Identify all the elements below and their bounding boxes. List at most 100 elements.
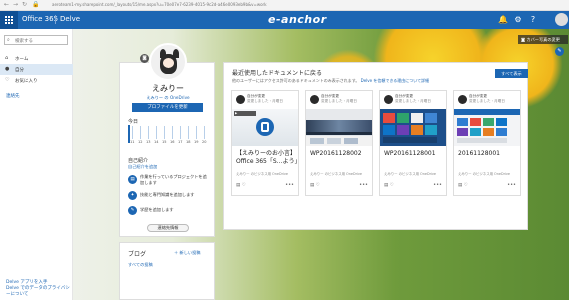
camera-icon[interactable]: ◙	[140, 54, 149, 63]
image-thumbnail	[380, 109, 446, 146]
card-title: WP20161128001	[384, 150, 436, 157]
update-profile-button[interactable]: プロファイルを更新	[132, 103, 203, 112]
more-icon[interactable]: •••	[359, 182, 368, 188]
onedrive-link[interactable]: えみりー の OneDrive	[120, 95, 216, 101]
document-card[interactable]: 自分が変更 変更しました・月曜日 ▶ 【えみりーのお小言】Office 365「…	[231, 90, 301, 196]
activity-timeline: 11 12 13 14 15 16 17 18 19 20	[128, 125, 208, 144]
change-cover-button[interactable]: ◙ カバー写真の変更	[518, 35, 568, 44]
timeline-day: 20	[202, 140, 207, 144]
card-modified: 変更しました・月曜日	[247, 99, 283, 103]
timeline-tick	[164, 126, 165, 139]
timeline-tick	[148, 126, 149, 139]
trust-delve-link[interactable]: Delve を信頼できる理由について詳細	[361, 78, 430, 83]
timeline-tick	[204, 126, 205, 139]
timeline-tick	[132, 126, 133, 139]
document-card[interactable]: 自分が変更 変更しました・月曜日 20161128001 えみりー のビジネス用…	[453, 90, 521, 196]
card-modified: 変更しました・月曜日	[469, 99, 505, 103]
blog-card: ブログ ＋ 新しい投稿 すべての投稿	[119, 242, 215, 300]
timeline-tick	[188, 126, 189, 139]
profile-card: ◙ えみりー えみりー の OneDrive プロファイルを更新 今日 11 12…	[119, 43, 216, 237]
heart-icon[interactable]: ♡	[242, 183, 246, 188]
sidebar-item-label: お気に入り	[15, 79, 38, 84]
recent-documents-panel: 最近使用したドキュメントに戻る 他のユーザーにはアクセス許可のあるドキュメントの…	[223, 62, 528, 230]
timeline-day: 13	[146, 140, 151, 144]
add-education-link[interactable]: 学歴を追加します	[140, 207, 210, 213]
sidebar-item-me[interactable]: ● 自分	[0, 64, 73, 75]
add-about-link[interactable]: 自己紹介を追加	[128, 164, 157, 170]
search-placeholder: 検索する	[15, 39, 33, 44]
search-input[interactable]: ⌕ 検索する	[4, 35, 68, 45]
more-icon[interactable]: •••	[433, 182, 442, 188]
timeline-tick	[196, 126, 197, 139]
add-projects-link[interactable]: 作業を行っているプロジェクトを追加します	[140, 174, 210, 186]
avatar	[310, 95, 319, 104]
edit-icon[interactable]: ✎	[555, 47, 564, 56]
document-icon: ▤	[384, 183, 389, 188]
avatar[interactable]	[555, 13, 568, 26]
timeline-tick	[140, 126, 141, 139]
image-thumbnail	[306, 109, 372, 146]
document-card[interactable]: 自分が変更 変更しました・月曜日 WP20161128001 えみりー のビジネ…	[379, 90, 447, 196]
add-skills-link[interactable]: 技能と専門知識を追加します	[140, 192, 210, 198]
browser-address-bar: ← → ↻ 🔒 aeroteam1-my.sharepoint.com/_lay…	[0, 0, 569, 11]
main-content: ◙ カバー写真の変更 ✎ ◙ えみりー えみりー の OneDrive プロファ…	[73, 29, 569, 300]
refresh-icon[interactable]: ↻	[22, 1, 27, 8]
show-all-button[interactable]: すべて表示	[495, 69, 528, 78]
timeline-day: 11	[130, 140, 135, 144]
heart-icon[interactable]: ♡	[390, 183, 394, 188]
more-icon[interactable]: •••	[285, 182, 294, 188]
get-app-link[interactable]: Delve アプリを入手	[6, 279, 47, 285]
card-title: 【えみりーのお小言】Office 365「S…よう」	[236, 150, 301, 165]
all-posts-link[interactable]: すべての投稿	[128, 262, 153, 268]
card-footer-icons: ▤ ♡	[236, 183, 246, 188]
change-cover-label: カバー写真の変更	[526, 37, 560, 42]
play-badge-icon: ▶	[234, 111, 256, 116]
timeline-day: 17	[178, 140, 183, 144]
url-text[interactable]: aeroteam1-my.sharepoint.com/_layouts/15/…	[52, 2, 267, 7]
timeline-day: 18	[186, 140, 191, 144]
suite-bar: Office 365 Delve e-anchor 🔔 ⚙ ?	[0, 11, 569, 29]
home-icon: ⌂	[5, 55, 9, 61]
gear-icon[interactable]: ⚙	[511, 11, 525, 29]
timeline-day: 15	[162, 140, 167, 144]
bell-icon[interactable]: 🔔	[496, 11, 510, 29]
card-footer-icons: ▤ ♡	[384, 183, 394, 188]
skills-icon: ✦	[128, 191, 137, 200]
more-icon[interactable]: •••	[507, 182, 516, 188]
sidebar-item-home[interactable]: ⌂ ホーム	[0, 53, 73, 64]
search-icon: ⌕	[7, 37, 10, 43]
new-post-link[interactable]: ＋ 新しい投稿	[174, 250, 200, 256]
person-icon: ●	[5, 66, 10, 72]
app-launcher-icon[interactable]	[0, 11, 18, 29]
sidebar-item-favorites[interactable]: ♡ お気に入り	[0, 75, 73, 86]
profile-name: えみりー	[152, 84, 184, 93]
about-heading: 自己紹介	[128, 158, 149, 164]
back-icon[interactable]: ←	[4, 1, 9, 8]
brand-logo: e-anchor	[268, 13, 327, 26]
avatar	[384, 95, 393, 104]
card-title: WP20161128002	[310, 150, 362, 157]
heart-icon[interactable]: ♡	[464, 183, 468, 188]
card-modified: 変更しました・月曜日	[321, 99, 357, 103]
documents-subtitle-text: 他のユーザーにはアクセス許可のあるドキュメントのみ表示されます。	[232, 78, 360, 83]
divider	[55, 15, 56, 24]
forward-icon[interactable]: →	[13, 1, 18, 8]
card-footer-icons: ▤ ♡	[310, 183, 320, 188]
timeline-tick	[156, 126, 157, 139]
timeline-tick	[172, 126, 173, 139]
timeline-day: 19	[194, 140, 199, 144]
blog-title: ブログ	[128, 251, 147, 258]
card-location: えみりー のビジネス用 OneDrive	[310, 172, 363, 176]
app-name[interactable]: Office 365	[22, 15, 58, 23]
document-card[interactable]: 自分が変更 変更しました・月曜日 WP20161128002 えみりー のビジネ…	[305, 90, 373, 196]
privacy-link[interactable]: Delve でのデータのプライバシーについて	[6, 286, 72, 298]
help-icon[interactable]: ?	[526, 11, 540, 29]
today-label: 今日	[128, 119, 139, 125]
document-icon: ▤	[236, 183, 241, 188]
sidebar-item-people[interactable]: 連絡先	[6, 93, 20, 99]
heart-icon[interactable]: ♡	[316, 183, 320, 188]
service-name[interactable]: Delve	[60, 15, 80, 23]
image-thumbnail	[454, 109, 520, 146]
contact-info-button[interactable]: 連絡先情報	[147, 224, 189, 232]
project-icon: ▤	[128, 175, 137, 184]
